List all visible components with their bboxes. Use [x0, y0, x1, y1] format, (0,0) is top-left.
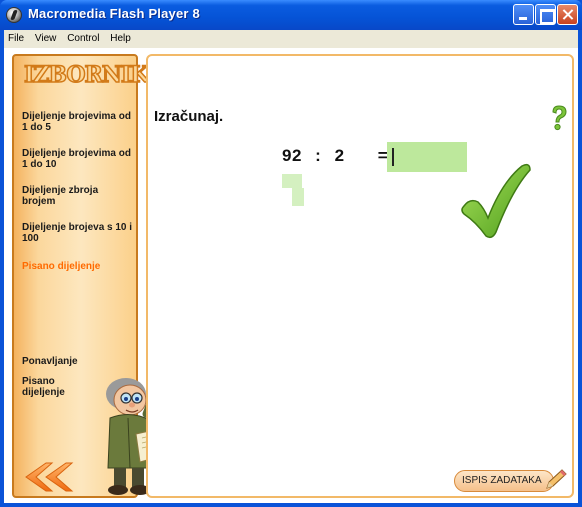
- menu-bar: File View Control Help: [4, 30, 578, 48]
- divisor: 2: [334, 146, 345, 165]
- help-question-icon[interactable]: [548, 104, 570, 132]
- sidebar-item-division-10-100[interactable]: Dijeljenje brojeva s 10 i 100: [22, 222, 134, 244]
- close-button[interactable]: [557, 4, 578, 25]
- pencil-icon: [546, 469, 567, 489]
- minimize-button[interactable]: [513, 4, 534, 25]
- print-button-label: ISPIS ZADATAKA: [462, 475, 542, 486]
- dividend: 92: [282, 146, 302, 165]
- work-digit-cell[interactable]: [282, 174, 302, 188]
- flash-app-icon: [6, 7, 22, 23]
- sidebar-item-written-division-review[interactable]: Pisano dijeljenje: [22, 376, 82, 398]
- checkmark-icon[interactable]: [460, 162, 532, 240]
- sidebar-item-division-1-5[interactable]: Dijeljenje brojevima od 1 do 5: [22, 111, 134, 133]
- print-tasks-button[interactable]: ISPIS ZADATAKA: [454, 468, 567, 494]
- work-digit-cell[interactable]: [292, 188, 304, 206]
- division-operator: :: [315, 146, 322, 165]
- flash-content: IZBORNIK Dijeljenje brojevima od 1 do 5 …: [4, 48, 578, 503]
- sidebar-item-review[interactable]: Ponavljanje: [22, 356, 134, 367]
- text-caret: [392, 148, 394, 166]
- maximize-button[interactable]: [535, 4, 556, 25]
- menu-file[interactable]: File: [4, 30, 28, 44]
- division-expression: 92 : 2 =: [282, 146, 388, 166]
- window-title: Macromedia Flash Player 8: [28, 6, 200, 21]
- sidebar-item-division-1-10[interactable]: Dijeljenje brojevima od 1 do 10: [22, 148, 134, 170]
- sidebar-item-division-of-sum[interactable]: Dijeljenje zbroja brojem: [22, 185, 134, 207]
- exercise-panel: Izračunaj. 92 : 2 = ISPIS ZADATAKA: [146, 54, 574, 498]
- back-arrows-icon[interactable]: [20, 460, 84, 494]
- menu-control[interactable]: Control: [63, 30, 103, 44]
- title-bar[interactable]: Macromedia Flash Player 8: [0, 0, 582, 30]
- sidebar-logo: IZBORNIK: [23, 61, 150, 89]
- exercise-heading: Izračunaj.: [154, 108, 224, 125]
- answer-input[interactable]: [387, 142, 467, 172]
- menu-help[interactable]: Help: [106, 30, 135, 44]
- sidebar-item-written-division[interactable]: Pisano dijeljenje: [22, 261, 134, 272]
- app-window: Macromedia Flash Player 8 File View Cont…: [0, 0, 582, 507]
- menu-view[interactable]: View: [31, 30, 61, 44]
